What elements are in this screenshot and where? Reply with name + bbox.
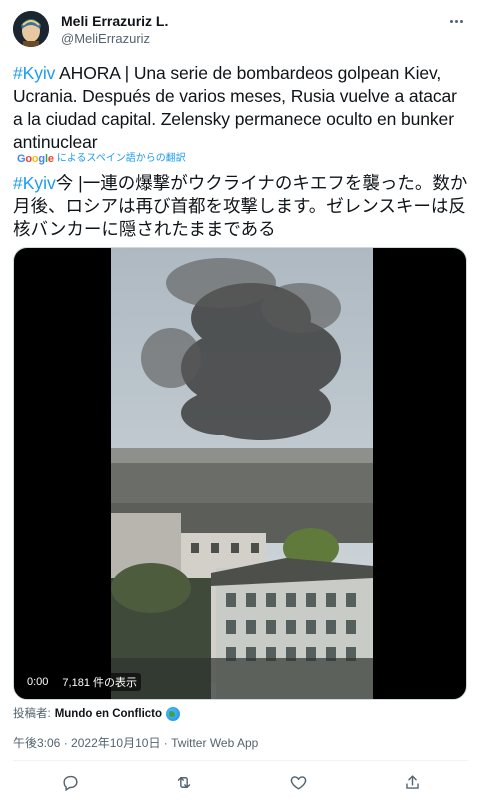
tweet-meta: 午後3:06 · 2022年10月10日 · Twitter Web App bbox=[13, 735, 258, 751]
reply-icon[interactable] bbox=[58, 770, 82, 794]
tweet-time[interactable]: 午後3:06 bbox=[13, 736, 60, 750]
video-player[interactable]: 0:00 7,181 件の表示 bbox=[13, 247, 467, 700]
poster-attribution: 投稿者: Mundo en Conflicto bbox=[13, 706, 181, 722]
tweet-text: #Kyiv AHORA | Una serie de bombardeos go… bbox=[13, 62, 471, 154]
translated-body: 今 |一連の爆撃がウクライナのキエフを襲った。数か月後、ロシアは再び首都を攻撃し… bbox=[13, 173, 468, 239]
poster-name[interactable]: Mundo en Conflicto bbox=[55, 706, 162, 722]
author-display-name[interactable]: Meli Errazuriz L. bbox=[61, 12, 168, 30]
poster-label: 投稿者: bbox=[13, 708, 51, 720]
hashtag-link[interactable]: #Kyiv bbox=[13, 63, 55, 83]
video-views: 7,181 件の表示 bbox=[58, 673, 142, 691]
avatar[interactable] bbox=[13, 11, 49, 47]
video-frame[interactable] bbox=[111, 248, 373, 699]
google-logo-icon: Google bbox=[17, 153, 54, 165]
translation-attribution[interactable]: Google によるスペイン語からの翻訳 bbox=[17, 152, 186, 166]
translated-hashtag-link[interactable]: #Kyiv bbox=[13, 173, 56, 193]
translation-label: によるスペイン語からの翻訳 bbox=[56, 153, 186, 164]
action-bar bbox=[0, 768, 480, 798]
tweet-date[interactable]: 2022年10月10日 bbox=[71, 736, 160, 750]
video-meta: 0:00 7,181 件の表示 bbox=[23, 673, 142, 691]
meta-separator-2: · bbox=[163, 736, 168, 750]
tweet-body: AHORA | Una serie de bombardeos golpean … bbox=[13, 63, 457, 152]
meta-separator: · bbox=[63, 736, 68, 750]
tweet-source[interactable]: Twitter Web App bbox=[171, 736, 258, 750]
author-names: Meli Errazuriz L. @MeliErrazuriz bbox=[61, 12, 168, 47]
translated-text: #Kyiv今 |一連の爆撃がウクライナのキエフを襲った。数か月後、ロシアは再び首… bbox=[13, 172, 471, 241]
more-icon[interactable] bbox=[446, 13, 466, 29]
share-icon[interactable] bbox=[400, 770, 424, 794]
author-handle[interactable]: @MeliErrazuriz bbox=[61, 30, 168, 47]
retweet-icon[interactable] bbox=[172, 770, 196, 794]
globe-icon bbox=[166, 707, 181, 721]
divider bbox=[13, 760, 468, 761]
tweet-header: Meli Errazuriz L. @MeliErrazuriz bbox=[13, 11, 470, 47]
video-time: 0:00 bbox=[23, 675, 53, 689]
heart-icon[interactable] bbox=[286, 770, 310, 794]
